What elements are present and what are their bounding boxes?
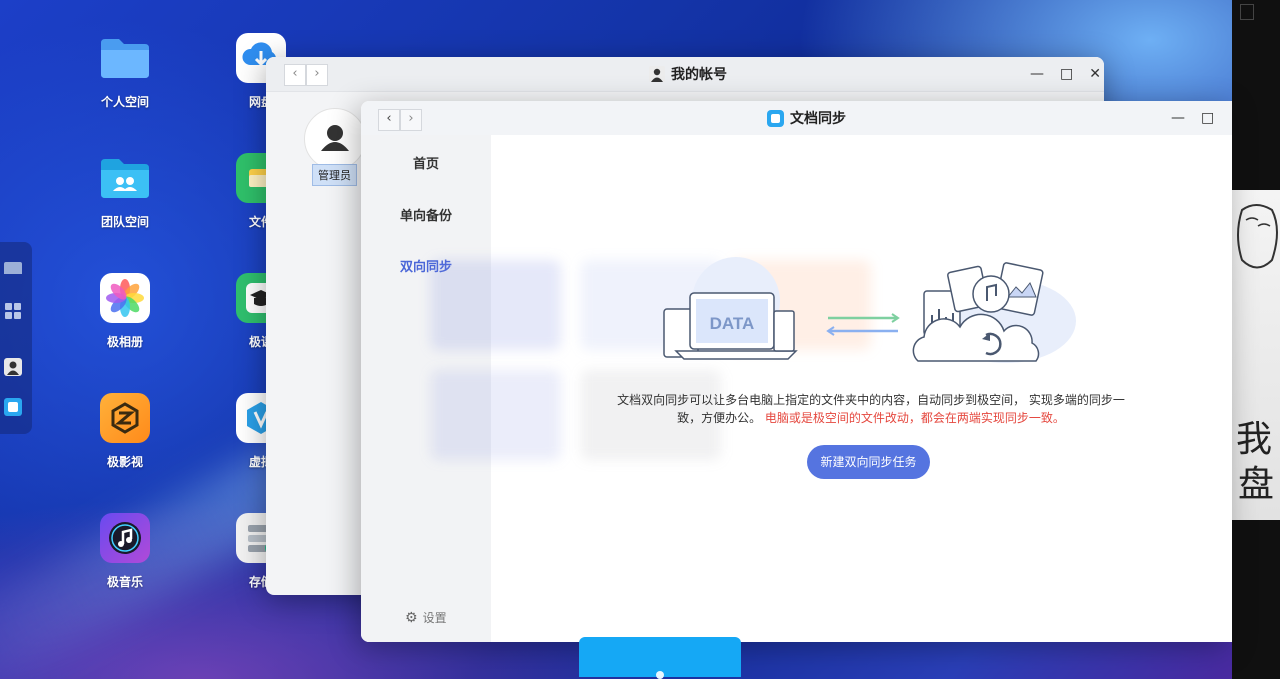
laptop-data-icon: DATA xyxy=(663,257,798,360)
taskbar[interactable] xyxy=(579,637,741,679)
account-window-controls: — □ ✕ xyxy=(1030,57,1101,91)
forward-button[interactable]: › xyxy=(400,109,422,131)
desktop-icon-label: 团队空间 xyxy=(100,215,149,229)
doc-sync-icon xyxy=(767,109,784,127)
gear-icon: ⚙ xyxy=(405,609,418,626)
user-silhouette-icon xyxy=(321,125,349,151)
photos-icon xyxy=(100,273,150,323)
team-folder-icon xyxy=(100,153,150,203)
doc-sync-window: ‹ › 文档同步 — □ ✕ 首页 单向备份 双向同步 ⚙ 设置 xyxy=(361,101,1232,642)
settings-button[interactable]: ⚙ 设置 xyxy=(405,609,447,626)
sync-titlebar: ‹ › 文档同步 — □ ✕ xyxy=(361,101,1232,135)
account-app-icon[interactable] xyxy=(4,358,22,376)
warning-text: 电脑或是极空间的文件改动，都会在两端实现同步一致。 xyxy=(764,411,1065,425)
account-title-text: 我的帐号 xyxy=(671,67,727,83)
close-icon[interactable]: ✕ xyxy=(1089,66,1101,82)
desktop-icon-video[interactable]: 极影视 xyxy=(80,393,170,470)
avatar[interactable] xyxy=(304,108,366,170)
sidebar-item-one-way-backup[interactable]: 单向备份 xyxy=(361,205,491,224)
new-two-way-sync-button[interactable]: 新建双向同步任务 xyxy=(807,445,930,479)
sync-nav: ‹ › xyxy=(378,109,422,131)
sidebar-item-home[interactable]: 首页 xyxy=(361,153,491,172)
desktop-icon-label: 极相册 xyxy=(106,335,143,349)
desktop-icon-personal-space[interactable]: 个人空间 xyxy=(80,33,170,110)
back-button[interactable]: ‹ xyxy=(378,109,400,131)
background-glyph: 盘 xyxy=(1238,464,1275,505)
video-icon xyxy=(100,393,150,443)
sync-title: 文档同步 xyxy=(767,101,846,135)
music-icon xyxy=(100,513,150,563)
corner-icon xyxy=(1240,4,1254,20)
background-overlay: 我 盘 xyxy=(1232,0,1280,679)
minimize-icon[interactable]: — xyxy=(1030,66,1044,82)
maximize-icon[interactable]: □ xyxy=(1201,110,1214,126)
svg-text:DATA: DATA xyxy=(710,314,755,333)
monitor-icon[interactable] xyxy=(4,262,22,274)
account-titlebar: ‹ › 我的帐号 — □ ✕ xyxy=(266,57,1104,92)
sync-window-controls: — □ ✕ xyxy=(1171,101,1232,135)
sync-description: 文档双向同步可以让多台电脑上指定的文件夹中的内容，自动同步到极空间， 实现多端的… xyxy=(611,391,1131,427)
back-button[interactable]: ‹ xyxy=(284,64,306,86)
account-title: 我的帐号 xyxy=(649,57,727,91)
close-icon[interactable]: ✕ xyxy=(1230,110,1232,126)
doc-sync-app-icon[interactable] xyxy=(4,398,22,416)
desktop-icon-label: 极影视 xyxy=(106,455,143,469)
maximize-icon[interactable]: □ xyxy=(1060,66,1073,82)
sync-main: DATA 文档双向同步可以让多台电脑上指定的文件夹中的内容，自动同步到极空间， … xyxy=(431,135,1232,642)
desktop-icon-music[interactable]: 极音乐 xyxy=(80,513,170,590)
settings-label: 设置 xyxy=(422,611,447,625)
account-nav: ‹ › xyxy=(284,64,328,86)
minimize-icon[interactable]: — xyxy=(1171,110,1185,126)
sync-title-text: 文档同步 xyxy=(790,111,846,127)
background-shape xyxy=(431,370,561,460)
side-dock xyxy=(0,242,32,434)
admin-badge: 管理员 xyxy=(312,164,357,186)
forward-button[interactable]: › xyxy=(306,64,328,86)
sync-arrows-icon xyxy=(826,313,900,336)
background-shape xyxy=(431,260,561,350)
desktop-icon-label: 个人空间 xyxy=(100,95,149,109)
sync-illustration: DATA xyxy=(663,257,1076,363)
taskbar-indicator xyxy=(656,671,664,679)
desktop-icon-team-space[interactable]: 团队空间 xyxy=(80,153,170,230)
apps-grid-icon[interactable] xyxy=(4,302,22,320)
desktop-icon-label: 极音乐 xyxy=(106,575,143,589)
desktop-icon-photos[interactable]: 极相册 xyxy=(80,273,170,350)
cloud-documents-icon xyxy=(912,262,1076,363)
folder-icon xyxy=(100,33,150,83)
user-avatar-icon xyxy=(649,66,665,82)
